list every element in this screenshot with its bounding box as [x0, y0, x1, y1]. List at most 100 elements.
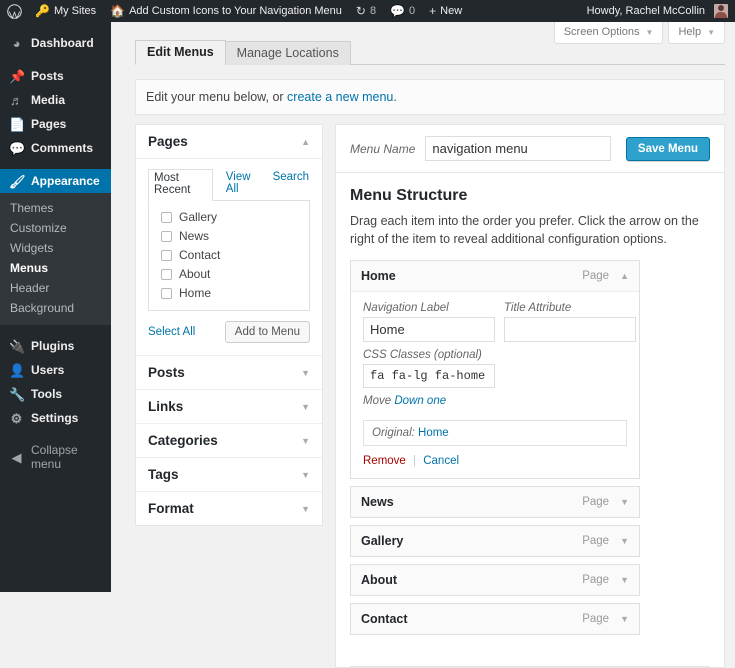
chevron-up-icon[interactable]: ▲ [620, 271, 629, 281]
wordpress-logo-icon[interactable] [0, 0, 28, 22]
checkbox-contact[interactable] [161, 249, 172, 261]
submenu-item-widgets[interactable]: Widgets [0, 238, 111, 258]
pages-tab-most-recent[interactable]: Most Recent [148, 169, 213, 201]
menu-item-settings: Navigation Label Title Attribute CSS Cla… [351, 292, 639, 479]
my-sites-menu[interactable]: 🔑 My Sites [28, 0, 103, 22]
list-item[interactable]: News [157, 227, 301, 246]
list-item-label: Gallery [179, 210, 218, 224]
title-attribute-input[interactable] [504, 317, 636, 343]
my-account-menu[interactable]: Howdy, Rachel McCollin [580, 0, 735, 22]
pages-tab-search[interactable]: Search [272, 169, 310, 200]
sidebar-item-users[interactable]: 👤 Users [0, 358, 111, 382]
pin-icon: 📌 [9, 68, 26, 84]
menu-item-header[interactable]: Home Page ▲ [351, 261, 639, 293]
tab-edit-menus[interactable]: Edit Menus [135, 40, 226, 65]
checkbox-about[interactable] [161, 268, 172, 280]
original-link[interactable]: Home [418, 427, 449, 439]
save-menu-button[interactable]: Save Menu [625, 136, 710, 161]
submenu-item-menus[interactable]: Menus [0, 258, 111, 278]
menu-item-title: News [361, 495, 394, 510]
create-new-menu-link[interactable]: create a new menu [287, 90, 393, 104]
move-label: Move [363, 395, 392, 408]
sidebar-item-posts[interactable]: 📌 Posts [0, 64, 111, 88]
collapse-menu-button[interactable]: ◀ Collapse menu [0, 443, 111, 471]
menu-name-label: Menu Name [350, 141, 416, 156]
accordion-header-pages[interactable]: Pages ▲ [136, 125, 322, 159]
comment-icon: 💬 [9, 140, 26, 156]
menu-item-type: Page [582, 496, 610, 509]
menu-item-header[interactable]: Contact Page ▼ [351, 604, 639, 635]
sidebar-item-label: Dashboard [31, 36, 94, 50]
sidebar-item-plugins[interactable]: 🔌 Plugins [0, 334, 111, 358]
list-item[interactable]: Gallery [157, 208, 301, 227]
submenu-item-themes[interactable]: Themes [0, 198, 111, 218]
checkbox-home[interactable] [161, 287, 172, 299]
list-item[interactable]: Home [157, 284, 301, 303]
list-item[interactable]: Contact [157, 246, 301, 265]
pages-tab-view-all[interactable]: View All [225, 169, 260, 200]
menu-item-title: Gallery [361, 534, 404, 549]
sidebar-separator-4 [0, 430, 111, 439]
css-classes-input[interactable] [363, 364, 495, 389]
sidebar-item-label: Plugins [31, 339, 75, 353]
accordion-header-tags[interactable]: Tags ▼ [136, 458, 322, 492]
new-label: New [440, 5, 463, 17]
comments-count: 0 [409, 5, 416, 17]
chevron-down-icon: ▼ [301, 401, 310, 412]
add-to-menu-button[interactable]: Add to Menu [224, 321, 310, 343]
checkbox-news[interactable] [161, 230, 172, 242]
move-down-one-link[interactable]: Down one [394, 395, 446, 407]
accordion-header-categories[interactable]: Categories ▼ [136, 424, 322, 458]
select-all-link[interactable]: Select All [148, 326, 195, 338]
tab-manage-locations[interactable]: Manage Locations [224, 41, 351, 65]
new-content-menu[interactable]: + New [422, 0, 469, 22]
accordion-title: Posts [148, 365, 185, 380]
chevron-down-icon[interactable]: ▼ [620, 614, 629, 624]
menu-item-header[interactable]: About Page ▼ [351, 565, 639, 596]
submenu-item-background[interactable]: Background [0, 298, 111, 318]
sidebar-item-comments[interactable]: 💬 Comments [0, 136, 111, 160]
sidebar-item-media[interactable]: ♬ Media [0, 88, 111, 112]
updates-indicator[interactable]: ↻ 8 [349, 0, 383, 22]
accordion-header-format[interactable]: Format ▼ [136, 492, 322, 525]
sidebar-item-label: Pages [31, 117, 67, 131]
cancel-link[interactable]: Cancel [423, 455, 459, 467]
comments-indicator[interactable]: 💬 0 [383, 0, 422, 22]
sidebar-item-pages[interactable]: 📄 Pages [0, 112, 111, 136]
chevron-down-icon[interactable]: ▼ [620, 536, 629, 546]
sidebar-item-appearance[interactable]: 🖌 Appearance [0, 169, 119, 193]
site-name-menu[interactable]: 🏠 Add Custom Icons to Your Navigation Me… [103, 0, 349, 22]
menu-item-gallery: Gallery Page ▼ [350, 525, 640, 558]
admin-bar: 🔑 My Sites 🏠 Add Custom Icons to Your Na… [0, 0, 735, 22]
updates-icon: ↻ [355, 4, 366, 18]
chevron-down-icon[interactable]: ▼ [620, 497, 629, 507]
checkbox-gallery[interactable] [161, 211, 172, 223]
list-item-label: News [179, 229, 210, 243]
sidebar-item-tools[interactable]: 🔧 Tools [0, 382, 111, 406]
submenu-item-header[interactable]: Header [0, 278, 111, 298]
menu-name-input[interactable] [425, 136, 612, 161]
my-sites-label: My Sites [53, 5, 97, 17]
chevron-down-icon[interactable]: ▼ [620, 575, 629, 585]
accordion-header-links[interactable]: Links ▼ [136, 390, 322, 424]
appearance-submenu: Themes Customize Widgets Menus Header Ba… [0, 193, 111, 325]
navigation-label-input[interactable] [363, 317, 495, 343]
sidebar-item-settings[interactable]: ⚙ Settings [0, 406, 111, 430]
menu-item-about: About Page ▼ [350, 564, 640, 597]
list-item[interactable]: About [157, 265, 301, 284]
menu-item-header[interactable]: Gallery Page ▼ [351, 526, 639, 557]
action-separator: | [413, 455, 417, 468]
howdy-label: Howdy, Rachel McCollin [586, 5, 705, 17]
plugins-icon: 🔌 [9, 338, 26, 354]
sidebar-item-dashboard[interactable]: ◕ Dashboard [0, 31, 111, 55]
menu-item-header[interactable]: News Page ▼ [351, 487, 639, 518]
submenu-item-customize[interactable]: Customize [0, 218, 111, 238]
appearance-brush-icon: 🖌 [9, 173, 26, 189]
sidebar-item-label: Media [31, 93, 66, 107]
chevron-down-icon: ▼ [301, 469, 310, 480]
menu-structure-body: Menu Structure Drag each item into the o… [336, 173, 724, 652]
menu-item-news: News Page ▼ [350, 486, 640, 519]
accordion-header-posts[interactable]: Posts ▼ [136, 356, 322, 390]
plus-icon: + [429, 4, 437, 18]
remove-link[interactable]: Remove [363, 455, 406, 467]
